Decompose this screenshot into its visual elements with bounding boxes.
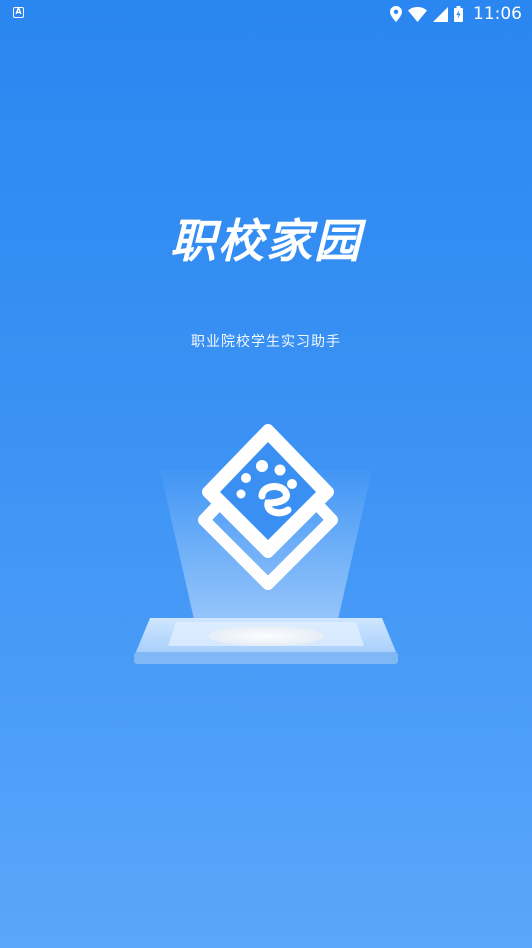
splash-illustration bbox=[134, 424, 398, 664]
signal-icon bbox=[433, 6, 448, 22]
battery-icon bbox=[454, 6, 463, 22]
clock: 11:06 bbox=[473, 4, 522, 24]
wifi-icon bbox=[408, 6, 427, 22]
app-subtitle: 职业院校学生实习助手 bbox=[191, 334, 341, 350]
status-icons: 11:06 bbox=[390, 4, 522, 24]
device-plate bbox=[134, 618, 398, 664]
location-icon bbox=[390, 6, 402, 22]
notification-icon: A bbox=[13, 7, 24, 18]
status-bar: A 11:06 bbox=[0, 0, 532, 28]
app-title: 职校家园 bbox=[170, 214, 362, 268]
